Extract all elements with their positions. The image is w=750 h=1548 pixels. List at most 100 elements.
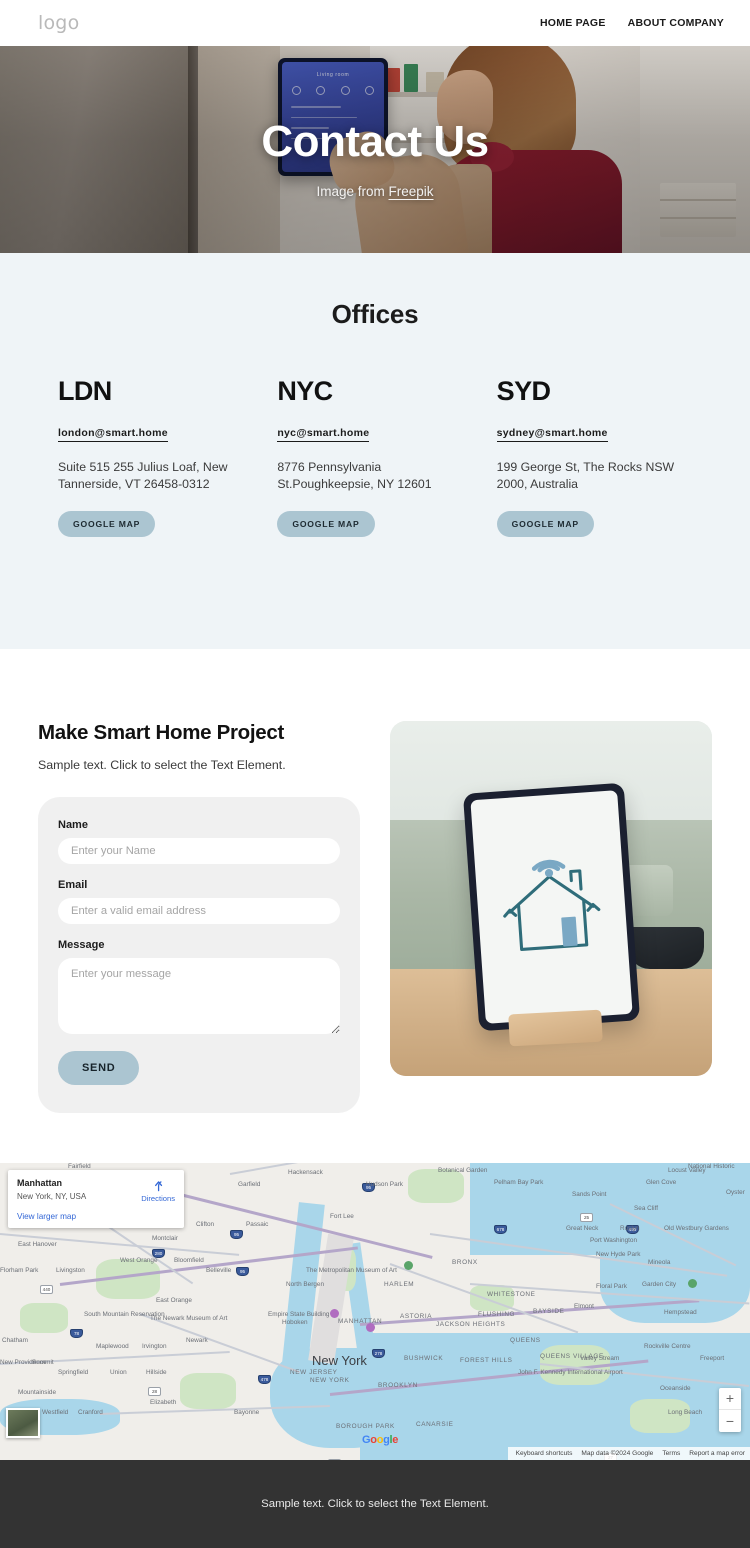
office-code: NYC bbox=[277, 376, 333, 406]
map-place-label: Rockville Centre bbox=[644, 1342, 691, 1350]
map-poi-marker[interactable] bbox=[688, 1278, 697, 1288]
map-park bbox=[20, 1302, 68, 1333]
map-route-shield: 27 bbox=[328, 1458, 341, 1460]
office-address: 8776 Pennsylvania St.Poughkeepsie, NY 12… bbox=[277, 460, 432, 491]
nav-item-about-company[interactable]: ABOUT COMPANY bbox=[628, 17, 724, 29]
map-place-label: FLUSHING bbox=[478, 1310, 516, 1318]
map-place-label: Westfield bbox=[42, 1408, 69, 1416]
map-place-label: Great Neck bbox=[566, 1224, 599, 1232]
map-highway-shield: 95 bbox=[230, 1229, 243, 1239]
map-attribution-bar: Keyboard shortcuts Map data ©2024 Google… bbox=[507, 1446, 750, 1460]
office-address: Suite 515 255 Julius Loaf, New Tannersid… bbox=[58, 460, 228, 491]
map-place-label: Glen Cove bbox=[646, 1178, 677, 1186]
map-place-label: Fort Lee bbox=[330, 1212, 354, 1220]
map-place-label: Montclair bbox=[152, 1234, 178, 1242]
map-place-label: JACKSON HEIGHTS bbox=[436, 1320, 506, 1328]
map-place-label: Livingston bbox=[56, 1266, 85, 1274]
google-map-button[interactable]: GOOGLE MAP bbox=[496, 510, 594, 537]
map-place-label: Newark bbox=[186, 1336, 208, 1344]
page-title: Contact Us bbox=[261, 117, 489, 166]
project-section: Make Smart Home Project Sample text. Cli… bbox=[0, 648, 750, 1163]
main-navigation: HOME PAGE ABOUT COMPANY bbox=[540, 17, 724, 29]
map-view-larger-link[interactable]: View larger map bbox=[17, 1212, 175, 1221]
map-place-label: East Hanover bbox=[18, 1240, 57, 1248]
hero-content: Contact Us Image from Freepik bbox=[0, 46, 750, 253]
map-place-label: QUEENS bbox=[510, 1336, 541, 1344]
map-zoom-out-button[interactable]: − bbox=[719, 1410, 741, 1432]
map-place-label: Union bbox=[110, 1368, 127, 1376]
offices-section: Offices LDN london@smart.home Suite 515 … bbox=[0, 253, 750, 649]
site-logo[interactable]: logo bbox=[38, 12, 79, 34]
office-code: SYD bbox=[496, 376, 551, 406]
smart-home-wifi-icon bbox=[502, 859, 600, 951]
product-photo-tablet-smart-home bbox=[390, 720, 712, 1076]
map-place-label: BOROUGH PARK bbox=[336, 1422, 395, 1430]
map-place-label: BUSHWICK bbox=[404, 1354, 444, 1362]
map-place-label: BAYSIDE bbox=[533, 1307, 565, 1315]
map-place-label: Pelham Bay Park bbox=[494, 1178, 544, 1186]
send-button[interactable]: SEND bbox=[58, 1050, 140, 1085]
office-email-link[interactable]: nyc@smart.home bbox=[277, 427, 370, 442]
map-place-label: West Orange bbox=[120, 1256, 158, 1264]
map-highway-shield: 278 bbox=[372, 1348, 385, 1358]
project-heading: Make Smart Home Project bbox=[38, 720, 285, 744]
message-label: Message bbox=[58, 938, 105, 951]
office-email-link[interactable]: sydney@smart.home bbox=[496, 427, 608, 442]
map-place-label: Maplewood bbox=[96, 1342, 129, 1350]
map-zoom-in-button[interactable]: + bbox=[719, 1388, 741, 1410]
map-place-label: BRONX bbox=[452, 1258, 478, 1266]
map-place-label: John F. Kennedy International Airport bbox=[518, 1368, 623, 1376]
office-email-link[interactable]: london@smart.home bbox=[58, 427, 168, 442]
map-place-label: NEW YORK bbox=[310, 1376, 350, 1384]
map-route-shield: 28 bbox=[148, 1386, 161, 1396]
map-place-label: South Mountain Reservation bbox=[84, 1310, 165, 1318]
nav-item-home-page[interactable]: HOME PAGE bbox=[540, 17, 606, 29]
map-place-label: Passaic bbox=[246, 1220, 269, 1228]
office-card-syd: SYD sydney@smart.home 199 George St, The… bbox=[496, 376, 692, 537]
map-place-label: Oyster bbox=[726, 1188, 745, 1196]
map-highway-shield: 95 bbox=[236, 1266, 249, 1276]
google-map-button[interactable]: GOOGLE MAP bbox=[58, 510, 156, 537]
map-place-label: Sands Point bbox=[572, 1190, 607, 1198]
map-info-text: Manhattan New York, NY, USA bbox=[17, 1178, 86, 1201]
map-place-label: Cranford bbox=[78, 1408, 103, 1416]
map-place-label: Long Beach bbox=[668, 1408, 703, 1416]
hero-image-credit: Image from Freepik bbox=[316, 184, 433, 199]
map-place-label: FOREST HILLS bbox=[460, 1356, 513, 1364]
map-place-label: Botanical Garden bbox=[438, 1166, 488, 1174]
project-text-column: Make Smart Home Project Sample text. Cli… bbox=[38, 721, 360, 1113]
map-place-label: CANARSIE bbox=[416, 1420, 454, 1428]
name-label: Name bbox=[58, 818, 88, 831]
message-textarea[interactable] bbox=[58, 957, 340, 1034]
map-place-name: Manhattan bbox=[17, 1177, 62, 1188]
map-place-label: WHITESTONE bbox=[487, 1290, 536, 1298]
hero-banner: Living room bbox=[0, 46, 750, 253]
hero-credit-link-freepik[interactable]: Freepik bbox=[389, 184, 434, 199]
email-input[interactable] bbox=[58, 897, 340, 924]
map-highway-shield: 678 bbox=[494, 1224, 507, 1234]
map-place-label: New York bbox=[312, 1352, 367, 1368]
google-map-button[interactable]: GOOGLE MAP bbox=[277, 510, 375, 537]
map-directions-label: Directions bbox=[141, 1193, 175, 1203]
map-place-label: BROOKLYN bbox=[378, 1381, 418, 1389]
name-input[interactable] bbox=[58, 837, 340, 864]
map-poi-marker[interactable] bbox=[330, 1308, 339, 1318]
office-card-nyc: NYC nyc@smart.home 8776 Pennsylvania St.… bbox=[277, 376, 472, 537]
office-card-ldn: LDN london@smart.home Suite 515 255 Juli… bbox=[58, 376, 253, 537]
map-street-view-thumbnail[interactable] bbox=[6, 1407, 40, 1438]
map-place-label: North Bergen bbox=[286, 1280, 325, 1288]
map-directions-link[interactable]: Directions bbox=[141, 1178, 175, 1203]
contact-form: Name Email Message SEND bbox=[38, 796, 360, 1113]
product-photo-tablet-stand bbox=[508, 1009, 604, 1047]
map-place-label: Port Washington bbox=[590, 1236, 638, 1244]
project-layout: Make Smart Home Project Sample text. Cli… bbox=[0, 720, 750, 1113]
map-poi-marker[interactable] bbox=[404, 1260, 413, 1270]
map-place-label: Hackensack bbox=[288, 1168, 323, 1176]
map-highway-shield: 478 bbox=[258, 1374, 271, 1384]
map-place-label: Elizabeth bbox=[150, 1398, 177, 1406]
map-place-label: National Historic bbox=[688, 1162, 735, 1170]
map-park bbox=[630, 1398, 690, 1433]
map-park bbox=[408, 1168, 464, 1203]
google-map-embed[interactable]: 280 95 78 95 95 678 495 278 478 278 46 4… bbox=[0, 1162, 750, 1460]
map-place-label: ASTORIA bbox=[400, 1312, 433, 1320]
